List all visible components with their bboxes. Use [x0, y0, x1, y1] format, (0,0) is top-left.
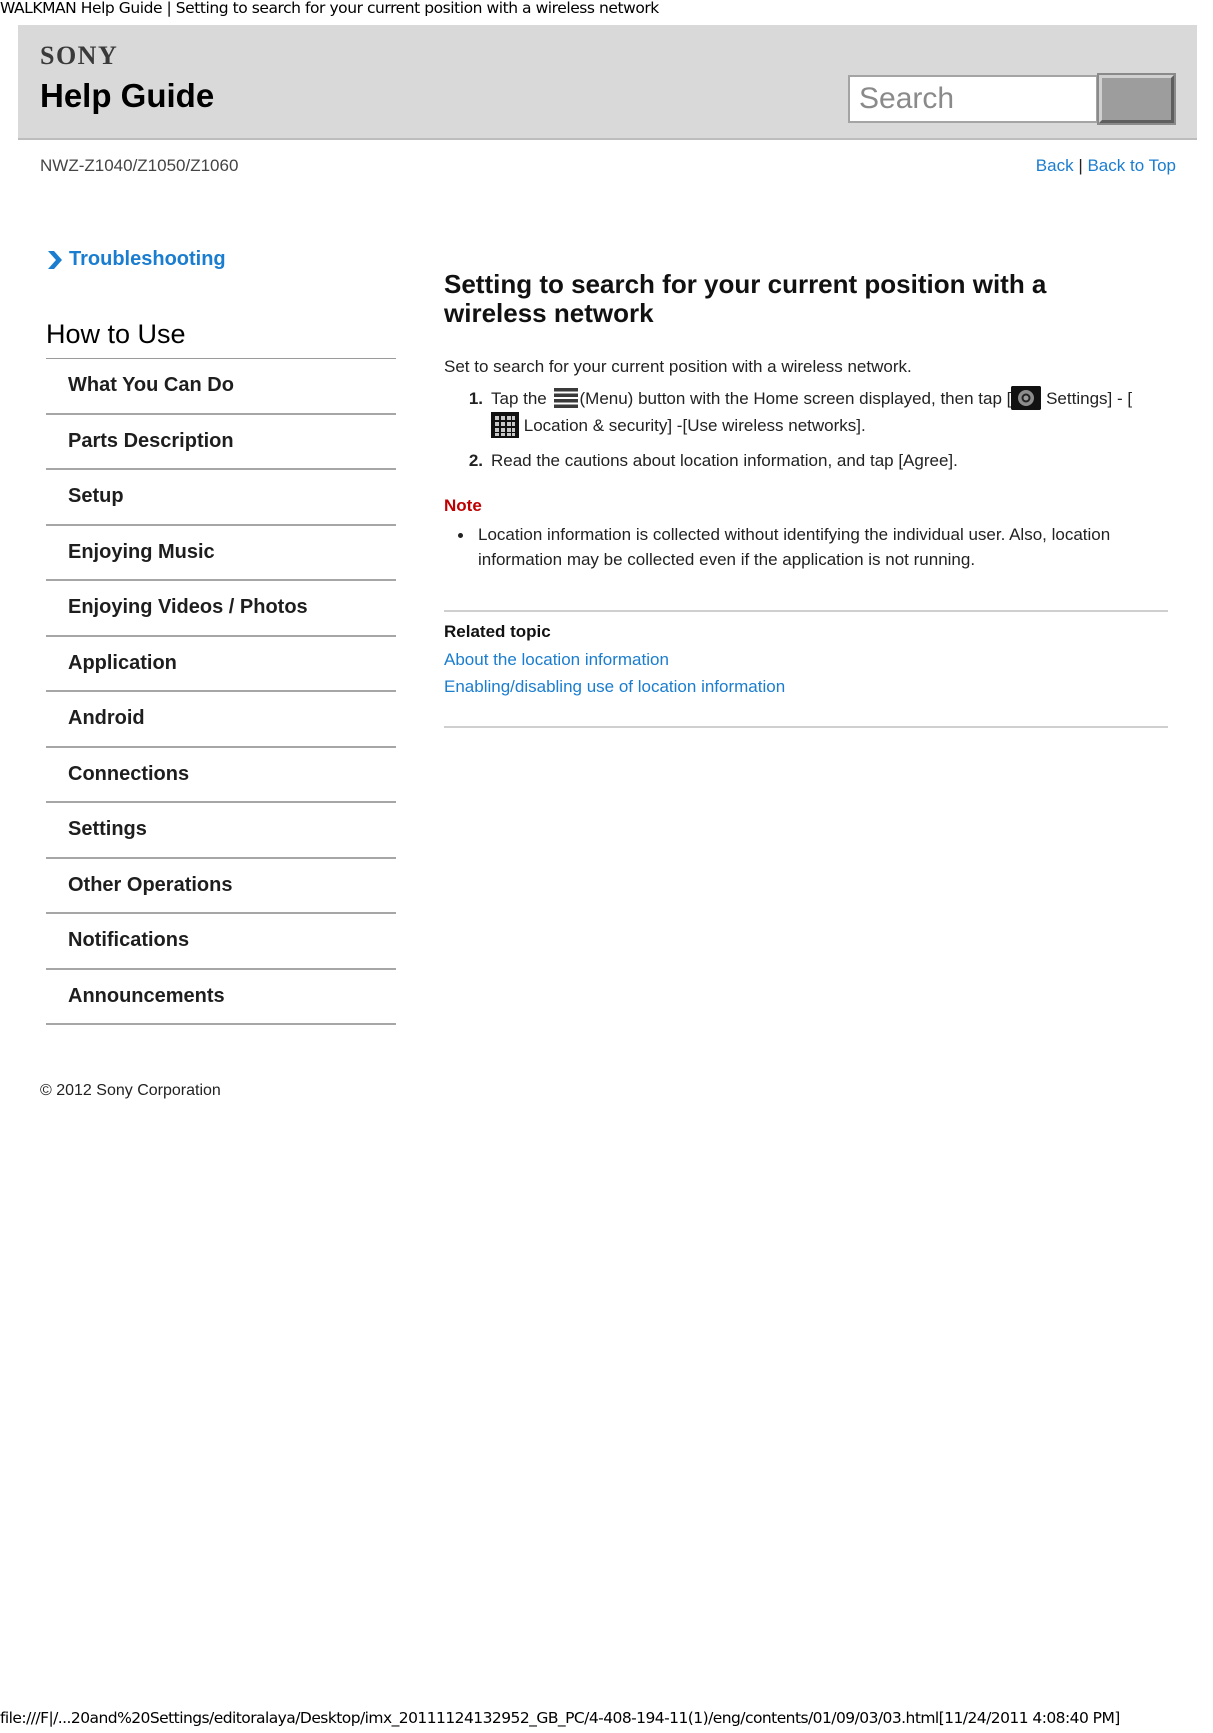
intro-text: Set to search for your current position … [444, 357, 912, 376]
sidebar-item-enjoying-music[interactable]: Enjoying Music [46, 526, 396, 581]
footer-url: file:///F|/...20and%20Settings/editorala… [0, 1709, 1120, 1727]
sidebar-item-notifications[interactable]: Notifications [46, 914, 396, 970]
how-to-use-heading: How to Use [46, 319, 396, 359]
related-topics: Related topic About the location informa… [444, 609, 1168, 728]
model-number: NWZ-Z1040/Z1050/Z1060 [40, 156, 239, 175]
help-guide-title: Help Guide [40, 77, 215, 114]
sidebar-item-announcements[interactable]: Announcements [46, 970, 396, 1025]
sidebar: Troubleshooting How to Use What You Can … [46, 248, 396, 1025]
step-text-part: Tap the [491, 389, 547, 408]
note-list: Location information is collected withou… [444, 522, 1168, 572]
step-item: 1. Tap the (Menu) button with the Home s… [444, 385, 1168, 440]
related-link-enabling-location[interactable]: Enabling/disabling use of location infor… [444, 677, 1168, 696]
settings-icon [1011, 385, 1042, 410]
sidebar-item-android[interactable]: Android [46, 692, 396, 748]
document-title: WALKMAN Help Guide | Setting to search f… [0, 0, 659, 17]
chevron-right-icon [48, 250, 62, 269]
troubleshooting-label: Troubleshooting [69, 248, 226, 270]
troubleshooting-link[interactable]: Troubleshooting [46, 248, 396, 271]
step-text-part: Settings] - [ [1046, 389, 1133, 408]
search-button[interactable] [1097, 73, 1176, 125]
step-text: Tap the (Menu) button with the Home scre… [491, 385, 1168, 440]
step-text: Read the cautions about location informa… [491, 450, 958, 470]
back-to-top-link[interactable]: Back to Top [1087, 156, 1176, 175]
search-input[interactable] [848, 75, 1098, 123]
sidebar-item-setup[interactable]: Setup [46, 470, 396, 526]
sidebar-item-settings[interactable]: Settings [46, 803, 396, 859]
sony-logo: SONY [40, 41, 119, 70]
header-bar: SONY Help Guide [18, 25, 1197, 140]
divider [444, 725, 1168, 728]
sidebar-item-other-operations[interactable]: Other Operations [46, 859, 396, 914]
related-link-about-location[interactable]: About the location information [444, 650, 1168, 669]
step-item: 2. Read the cautions about location info… [444, 447, 1168, 474]
step-number: 2. [468, 450, 483, 470]
link-separator: | [1078, 156, 1083, 175]
location-grid-icon [491, 411, 519, 438]
sidebar-item-connections[interactable]: Connections [46, 748, 396, 803]
page-title: Setting to search for your current posit… [444, 269, 1047, 328]
steps-list: 1. Tap the (Menu) button with the Home s… [444, 385, 1168, 474]
sidebar-item-parts-description[interactable]: Parts Description [46, 415, 396, 470]
step-number: 1. [468, 389, 483, 408]
copyright: © 2012 Sony Corporation [40, 1082, 221, 1099]
related-topic-heading: Related topic [444, 621, 551, 641]
menu-icon [553, 387, 578, 408]
sidebar-item-what-you-can-do[interactable]: What You Can Do [46, 359, 396, 415]
note-item: Location information is collected withou… [444, 522, 1138, 572]
step-text-part: Location & security] -[Use wireless netw… [523, 416, 866, 435]
sidebar-item-enjoying-videos-photos[interactable]: Enjoying Videos / Photos [46, 581, 396, 637]
back-link[interactable]: Back [1036, 156, 1074, 175]
top-nav-links: Back | Back to Top [1036, 156, 1176, 176]
divider [444, 609, 1168, 612]
step-text-part: (Menu) button with the Home screen displ… [579, 389, 1012, 408]
note-heading: Note [444, 495, 482, 515]
sidebar-item-application[interactable]: Application [46, 637, 396, 692]
main-content: Setting to search for your current posit… [444, 270, 1168, 728]
